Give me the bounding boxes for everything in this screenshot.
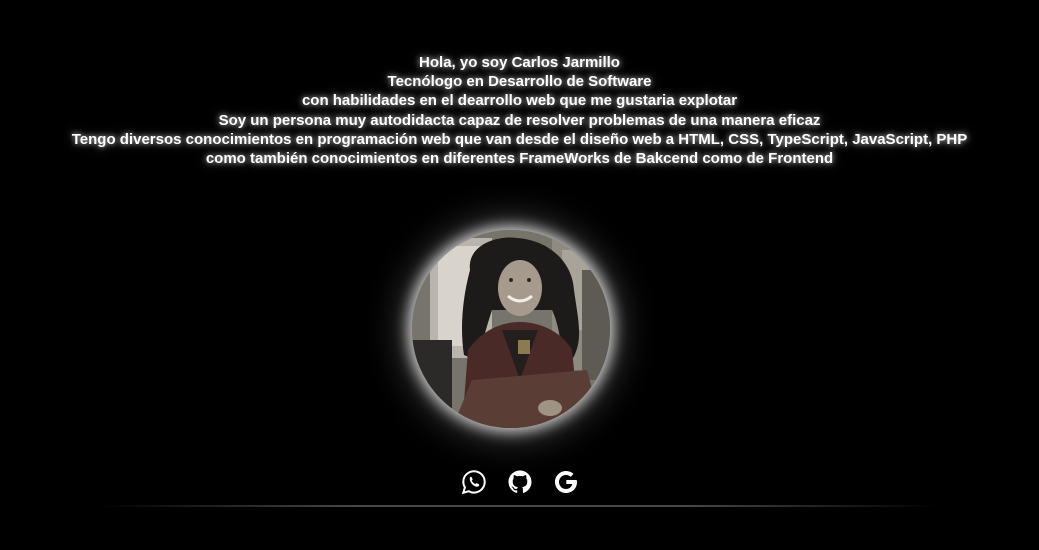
intro-skills: con habilidades en el dearrollo web que … — [301, 92, 738, 110]
intro-text: Hola, yo soy Carlos Jarmillo Tecnólogo e… — [0, 53, 1039, 168]
whatsapp-link[interactable] — [461, 469, 487, 495]
profile-avatar — [412, 230, 610, 428]
intro-self-taught: Soy un persona muy autodidacta capaz de … — [218, 111, 821, 129]
intro-title: Tecnólogo en Desarrollo de Software — [387, 73, 652, 91]
profile-photo — [412, 230, 610, 428]
intro-greeting: Hola, yo soy Carlos Jarmillo — [419, 54, 620, 71]
github-icon — [508, 470, 531, 493]
intro-frameworks: como también conocimientos en diferentes… — [205, 150, 834, 168]
intro-knowledge: Tengo diversos conocimientos en programa… — [71, 130, 968, 148]
social-links — [0, 469, 1039, 495]
footer-divider — [100, 505, 939, 507]
github-link[interactable] — [507, 469, 533, 495]
google-link[interactable] — [553, 469, 579, 495]
whatsapp-icon — [461, 470, 486, 495]
google-icon — [554, 471, 577, 493]
